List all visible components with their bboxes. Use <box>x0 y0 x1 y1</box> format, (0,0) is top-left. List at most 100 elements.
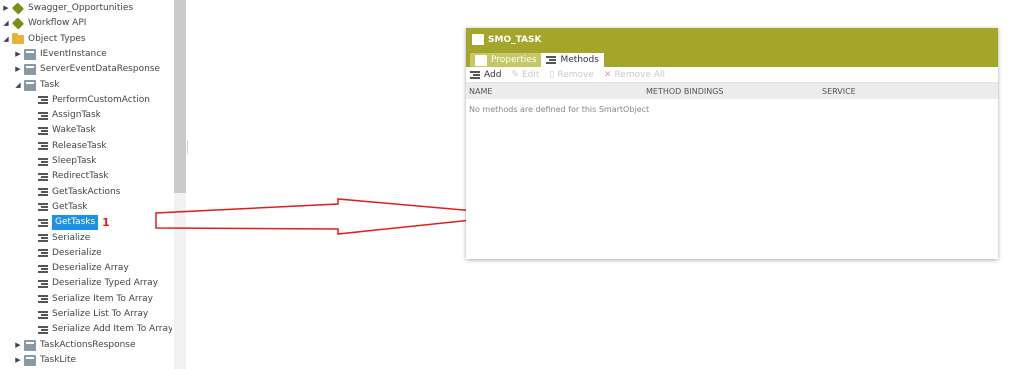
tree-item-label: WakeTask <box>52 125 96 136</box>
folder-icon <box>12 32 24 44</box>
tree-item-label: GetTaskActions <box>52 186 121 197</box>
column-service[interactable]: SERVICE <box>822 87 856 96</box>
tree-item[interactable]: Deserialize <box>28 246 102 261</box>
smartobject-icon <box>472 34 484 45</box>
tree-item-label: TaskActionsResponse <box>40 339 136 350</box>
column-name[interactable]: NAME <box>469 87 492 96</box>
tree-item-label: Deserialize Typed Array <box>52 278 159 289</box>
expander-icon[interactable]: ◢ <box>14 78 22 93</box>
empty-message: No methods are defined for this SmartObj… <box>469 105 650 114</box>
tree-item-label: SleepTask <box>52 156 97 166</box>
tree-item[interactable]: Serialize Add Item To Array <box>28 322 172 337</box>
tree-item[interactable]: ▶ IEventInstance <box>14 47 107 62</box>
method-icon <box>38 141 48 151</box>
remove-button[interactable]: ▯ Remove <box>549 70 593 80</box>
tree-item-label: GetTasks <box>52 215 99 231</box>
tree-item[interactable]: ◢ Object Types <box>2 32 86 47</box>
tree-item-label: Serialize List To Array <box>52 309 149 319</box>
panel-header: SMO_TASK <box>466 28 998 51</box>
method-icon <box>38 172 48 182</box>
tree-item[interactable]: ▶ TaskActionsResponse <box>14 338 136 353</box>
tree-item[interactable]: ◢ Workflow API <box>2 16 86 31</box>
tree-item-label: AssignTask <box>52 110 101 121</box>
remove-button-label: Remove <box>557 69 594 80</box>
tree-item-label: Serialize Item To Array <box>52 293 154 304</box>
tree-item[interactable]: ▶ ServerEventDataResponse <box>14 62 160 77</box>
add-button[interactable]: Add <box>470 70 501 80</box>
tree-item[interactable]: PerformCustomAction <box>28 93 150 108</box>
edit-button[interactable]: ✎ Edit <box>511 70 539 80</box>
tree-item[interactable]: ReleaseTask <box>28 139 107 154</box>
tree-item[interactable]: GetTaskActions <box>28 185 120 200</box>
tree-item[interactable]: ▶ TaskLite <box>14 353 76 368</box>
tab-strip: Properties Methods <box>466 51 998 67</box>
edit-button-label: Edit <box>521 69 540 80</box>
tree-item-label: Serialize Add Item To Array <box>52 324 172 335</box>
tree-item-label: Deserialize <box>52 247 102 258</box>
method-icon <box>38 111 48 121</box>
tree-item-label: TaskLite <box>40 354 77 365</box>
splitter-grip[interactable] <box>187 140 188 154</box>
object-type-icon <box>24 64 36 76</box>
tree-item[interactable]: Serialize Item To Array <box>28 292 153 307</box>
category-icon <box>11 2 25 15</box>
tree-item[interactable]: ◢ Task <box>14 78 59 93</box>
tree-item-label: Swagger_Opportunities <box>28 3 134 13</box>
trash-icon: ▯ <box>549 69 555 80</box>
tree-item-label: Serialize <box>52 232 91 243</box>
properties-icon <box>475 54 487 66</box>
tab-methods[interactable]: Methods <box>541 53 604 67</box>
tree-item[interactable]: ▶ Swagger_Opportunities <box>2 1 133 16</box>
tree-item-label: PerformCustomAction <box>52 94 150 105</box>
method-icon <box>38 126 48 136</box>
tree-item-label: GetTask <box>52 201 88 212</box>
expander-icon[interactable]: ▶ <box>2 1 10 16</box>
tree-item[interactable]: Deserialize Array <box>28 261 129 276</box>
tree-item[interactable]: SleepTask <box>28 154 96 169</box>
expander-icon[interactable]: ◢ <box>2 16 10 31</box>
tree-item-label: ServerEventDataResponse <box>40 64 161 75</box>
category-icon <box>11 17 25 30</box>
column-method-bindings[interactable]: METHOD BINDINGS <box>646 87 723 96</box>
methods-icon <box>546 55 557 65</box>
method-icon <box>38 325 48 335</box>
expander-icon[interactable]: ◢ <box>2 32 10 47</box>
tree-item[interactable]: Deserialize Typed Array <box>28 276 158 291</box>
tab-properties[interactable]: Properties <box>470 53 542 67</box>
method-icon <box>38 187 48 197</box>
method-icon <box>38 264 48 274</box>
object-type-icon <box>24 79 36 91</box>
methods-table-header: NAME METHOD BINDINGS SERVICE <box>466 83 998 99</box>
method-icon <box>38 95 48 105</box>
tree-item-label: IEventInstance <box>40 48 107 59</box>
tree-item[interactable]: AssignTask <box>28 108 101 123</box>
add-button-label: Add <box>484 69 502 80</box>
smartobject-panel: SMO_TASK Properties Methods Add ✎ Edit ▯… <box>466 28 998 259</box>
tree-item[interactable]: Serialize <box>28 231 90 246</box>
pencil-icon: ✎ <box>511 69 519 80</box>
expander-icon[interactable]: ▶ <box>14 353 22 368</box>
method-icon <box>38 248 48 258</box>
annotation-number: 1 <box>102 216 110 230</box>
remove-all-icon: ✕ <box>603 69 612 80</box>
panel-title: SMO_TASK <box>488 34 542 45</box>
remove-all-button[interactable]: ✕ Remove All <box>604 70 665 80</box>
tree-item[interactable]: RedirectTask <box>28 169 109 184</box>
expander-icon[interactable]: ▶ <box>14 47 22 62</box>
smartobject-tree: ▶ Swagger_Opportunities ◢ Workflow API ◢ Obje… <box>0 0 172 369</box>
methods-toolbar: Add ✎ Edit ▯ Remove ✕ Remove All <box>466 67 998 83</box>
expander-icon[interactable]: ▶ <box>14 338 22 353</box>
method-icon <box>38 233 48 243</box>
method-icon <box>38 310 48 320</box>
expander-icon[interactable]: ▶ <box>14 62 22 77</box>
tree-item-label: ReleaseTask <box>52 140 107 151</box>
tree-item[interactable]: GetTasks 1 <box>28 215 110 231</box>
tree-item[interactable]: Serialize List To Array <box>28 307 148 322</box>
object-type-icon <box>24 354 36 366</box>
tree-item[interactable]: WakeTask <box>28 123 96 138</box>
object-type-icon <box>24 339 36 351</box>
tree-item[interactable]: GetTask <box>28 200 87 215</box>
tab-properties-label: Properties <box>491 55 537 65</box>
method-icon <box>38 218 48 228</box>
tree-scrollbar-thumb[interactable] <box>174 0 186 193</box>
